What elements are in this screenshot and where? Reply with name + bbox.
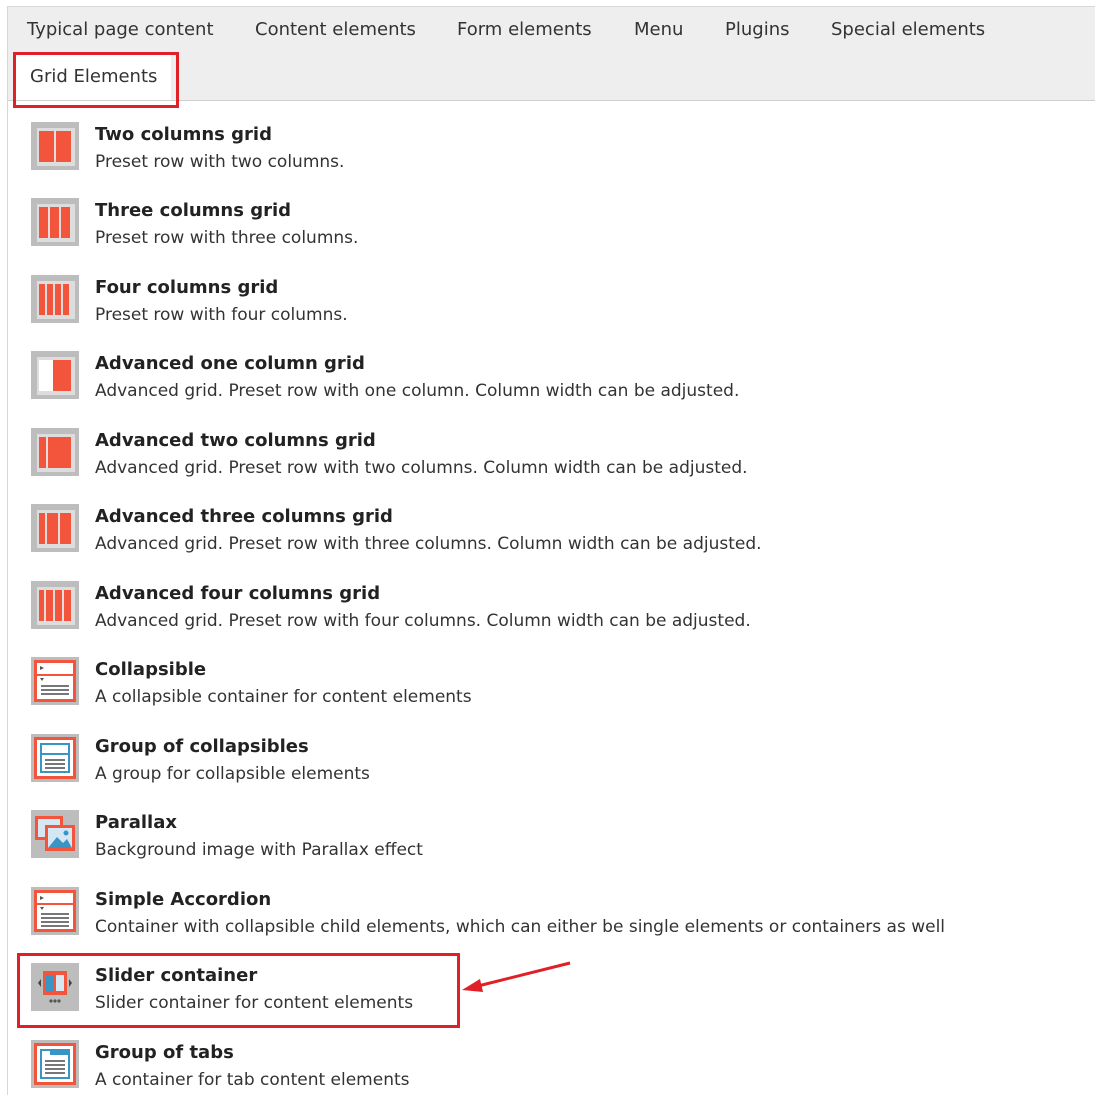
item-description: Advanced grid. Preset row with four colu… — [95, 611, 751, 631]
item-title: Simple Accordion — [95, 889, 272, 910]
item-description: Container with collapsible child element… — [95, 917, 946, 937]
item-description: A group for collapsible elements — [95, 764, 370, 784]
item-description: Advanced grid. Preset row with one colum… — [95, 381, 740, 401]
item-title: Collapsible — [95, 659, 207, 680]
list-item-group-of-tabs[interactable]: Group of tabs A container for tab conten… — [8, 1019, 1088, 1095]
slider-container-icon — [31, 963, 79, 1011]
tab-content-elements[interactable]: Content elements — [255, 19, 416, 41]
tab-special-elements[interactable]: Special elements — [831, 19, 985, 41]
list-item-advanced-two-columns-grid[interactable]: Advanced two columns grid Advanced grid.… — [8, 407, 1088, 483]
group-of-tabs-icon — [31, 1040, 79, 1088]
tab-plugins[interactable]: Plugins — [725, 19, 789, 41]
list-item-three-columns-grid[interactable]: Three columns grid Preset row with three… — [8, 177, 1088, 253]
item-description: Background image with Parallax effect — [95, 840, 423, 860]
item-title: Four columns grid — [95, 277, 279, 298]
list-item-collapsible[interactable]: Collapsible A collapsible container for … — [8, 636, 1088, 712]
new-content-element-wizard: Typical page content Content elements Fo… — [7, 6, 1095, 1095]
tab-bar: Typical page content Content elements Fo… — [8, 7, 1095, 101]
item-description: A container for tab content elements — [95, 1070, 410, 1090]
tab-grid-elements[interactable]: Grid Elements — [16, 54, 172, 100]
two-columns-grid-icon — [31, 122, 79, 170]
item-description: Advanced grid. Preset row with three col… — [95, 534, 762, 554]
item-description: Slider container for content elements — [95, 993, 414, 1013]
item-title: Advanced four columns grid — [95, 583, 381, 604]
item-title: Advanced two columns grid — [95, 430, 376, 451]
simple-accordion-icon — [31, 887, 79, 935]
tab-form-elements[interactable]: Form elements — [457, 19, 592, 41]
three-columns-grid-icon — [31, 198, 79, 246]
item-title: Three columns grid — [95, 200, 292, 221]
item-description: A collapsible container for content elem… — [95, 687, 472, 707]
parallax-icon — [31, 810, 79, 858]
group-of-collapsibles-icon — [31, 734, 79, 782]
item-title: Advanced three columns grid — [95, 506, 393, 527]
advanced-four-columns-grid-icon — [31, 581, 79, 629]
list-item-advanced-three-columns-grid[interactable]: Advanced three columns grid Advanced gri… — [8, 483, 1088, 559]
advanced-one-column-grid-icon — [31, 351, 79, 399]
tab-typical-page-content[interactable]: Typical page content — [27, 19, 214, 41]
list-item-simple-accordion[interactable]: Simple Accordion Container with collapsi… — [8, 866, 1088, 942]
item-description: Preset row with two columns. — [95, 152, 345, 172]
item-title: Two columns grid — [95, 124, 272, 145]
item-title: Advanced one column grid — [95, 353, 365, 374]
item-title: Parallax — [95, 812, 177, 833]
item-description: Preset row with four columns. — [95, 305, 348, 325]
list-item-two-columns-grid[interactable]: Two columns grid Preset row with two col… — [8, 101, 1088, 177]
list-item-group-of-collapsibles[interactable]: Group of collapsibles A group for collap… — [8, 713, 1088, 789]
four-columns-grid-icon — [31, 275, 79, 323]
item-description: Advanced grid. Preset row with two colum… — [95, 458, 748, 478]
item-description: Preset row with three columns. — [95, 228, 359, 248]
advanced-two-columns-grid-icon — [31, 428, 79, 476]
list-item-parallax[interactable]: Parallax Background image with Parallax … — [8, 789, 1088, 865]
item-title: Slider container — [95, 965, 258, 986]
list-item-advanced-four-columns-grid[interactable]: Advanced four columns grid Advanced grid… — [8, 560, 1088, 636]
item-title: Group of collapsibles — [95, 736, 309, 757]
item-title: Group of tabs — [95, 1042, 234, 1063]
list-item-slider-container[interactable]: Slider container Slider container for co… — [8, 942, 1088, 1018]
list-item-advanced-one-column-grid[interactable]: Advanced one column grid Advanced grid. … — [8, 330, 1088, 406]
advanced-three-columns-grid-icon — [31, 504, 79, 552]
tab-menu[interactable]: Menu — [634, 19, 683, 41]
collapsible-icon — [31, 657, 79, 705]
list-item-four-columns-grid[interactable]: Four columns grid Preset row with four c… — [8, 254, 1088, 330]
